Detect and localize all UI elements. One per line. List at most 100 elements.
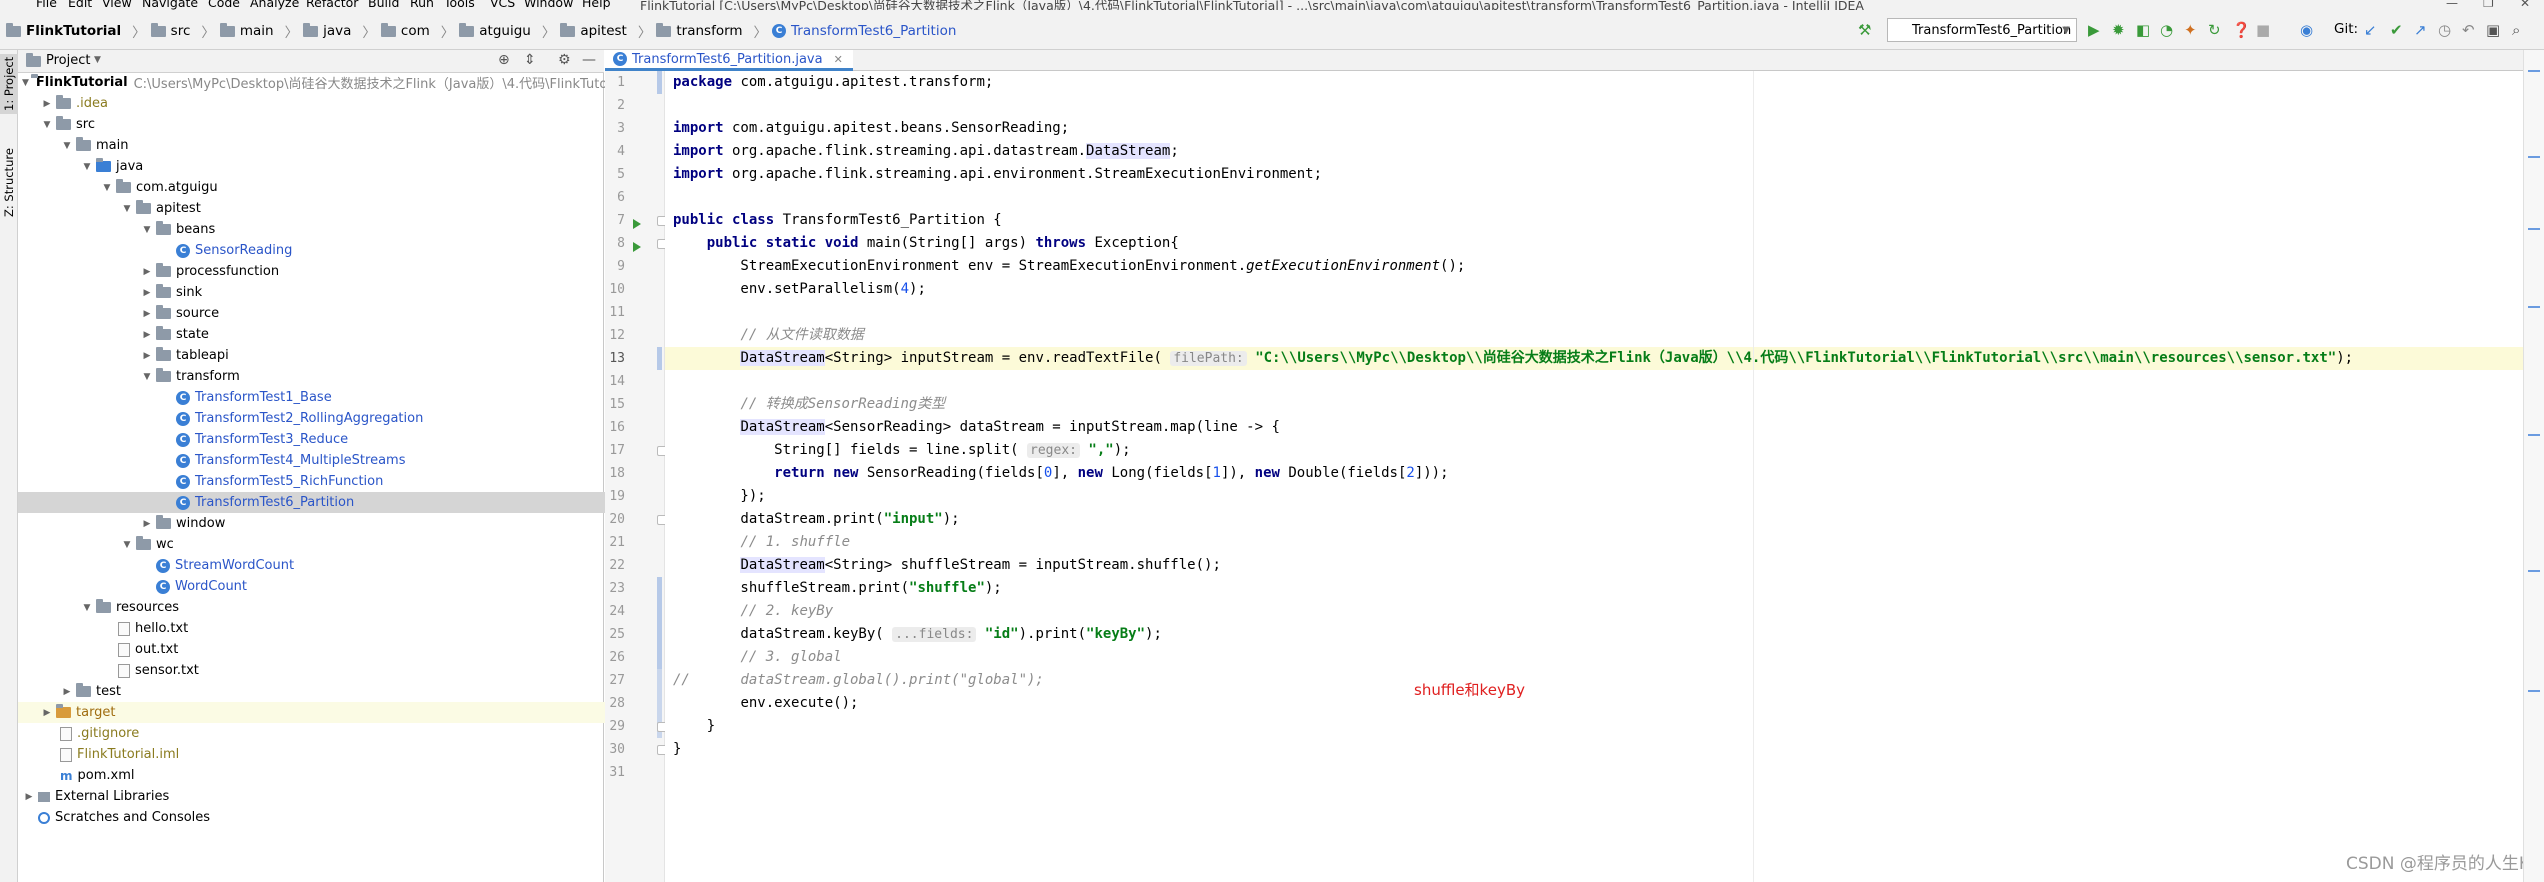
breadcrumb-com[interactable]: com [401,23,430,39]
tree-item[interactable]: sensor.txt [18,660,702,681]
code-line-16: DataStream<SensorReading> dataStream = i… [740,419,1280,435]
menu-analyze[interactable]: Analyze [250,0,299,10]
marker[interactable] [2528,228,2540,230]
project-structure-icon[interactable]: ▣ [2486,22,2500,38]
locate-icon[interactable]: ⊕ [498,52,510,68]
breadcrumb-atguigu[interactable]: atguigu [479,23,531,39]
menu-view[interactable]: View [102,0,132,10]
project-panel-title[interactable]: Project [46,53,90,68]
marker[interactable] [2528,690,2540,692]
excluded-folder-icon [56,704,71,718]
git-commit-icon[interactable]: ✔ [2390,22,2403,38]
close-tab-icon[interactable]: ✕ [834,53,843,66]
tree-item[interactable]: ▼ resources [18,597,666,618]
line-number: 20 [609,512,625,527]
stop-icon[interactable]: ■ [2256,22,2270,38]
tree-item[interactable]: ▼ src [18,114,626,135]
menu-tools[interactable]: Tools [444,0,475,10]
menu-help[interactable]: Help [582,0,611,10]
tree-item[interactable]: .gitignore [18,723,644,744]
profile-icon[interactable]: ◔ [2160,22,2173,38]
run-gutter-icon[interactable] [633,219,641,229]
line-number: 17 [609,443,625,458]
annotation-text: shuffle和keyBy [1414,681,1525,699]
class-icon: C [176,495,190,510]
menu-vcs[interactable]: VCS [490,0,515,10]
tree-item[interactable]: hello.txt [18,618,702,639]
folder-icon [56,95,71,109]
breadcrumb-transform[interactable]: transform [676,23,742,39]
menu-build[interactable]: Build [368,0,399,10]
tab-project[interactable]: 1: Project [0,54,18,114]
hide-panel-icon[interactable]: — [582,52,596,68]
rollback-icon[interactable]: ↶ [2462,22,2475,38]
menu-edit[interactable]: Edit [68,0,92,10]
run-icon[interactable]: ▶ [2088,22,2100,38]
attach-icon[interactable]: ✦ [2184,22,2197,38]
tree-label: com.atguigu [136,180,218,195]
breadcrumb-class[interactable]: TransformTest6_Partition [791,23,956,39]
change-marker [657,347,662,370]
breadcrumb-apitest[interactable]: apitest [580,23,627,39]
tree-item[interactable]: FlinkTutorial.iml [18,744,644,765]
menu-run[interactable]: Run [410,0,434,10]
editor-tab-active[interactable]: C TransformTest6_Partition.java ✕ [605,50,853,71]
build-hammer-icon[interactable]: ⚒ [1858,22,1871,38]
minimize-icon[interactable]: — [2446,0,2458,10]
coverage-icon[interactable]: ◧ [2136,22,2150,38]
menu-file[interactable]: File [36,0,57,10]
tree-item[interactable]: out.txt [18,639,702,660]
marker[interactable] [2528,434,2540,436]
history-icon[interactable]: ◷ [2438,22,2451,38]
chevron-right-icon: ▶ [25,791,33,802]
tab-structure[interactable]: Z: Structure [0,142,18,224]
close-icon[interactable]: ✕ [2520,0,2530,10]
marker[interactable] [2528,306,2540,308]
tree-item[interactable]: ▶ target [18,702,626,723]
menu-refactor[interactable]: Refactor [306,0,358,10]
tree-item[interactable]: ▶ test [18,681,646,702]
code-editor[interactable]: package com.atguigu.apitest.transform; i… [665,71,2544,882]
maximize-icon[interactable]: ❐ [2483,0,2494,10]
tree-item[interactable]: ▶ External Libraries [18,786,608,807]
code-line-29: } [673,718,716,734]
menu-navigate[interactable]: Navigate [142,0,198,10]
breadcrumb-main[interactable]: main [240,23,274,39]
menu-code[interactable]: Code [208,0,240,10]
rerun-icon[interactable]: ↻ [2208,22,2221,38]
tree-item[interactable]: ▼ FlinkTutorial C:\Users\MyPc\Desktop\尚硅谷… [18,72,632,93]
breadcrumb-java[interactable]: java [323,23,351,39]
marker[interactable] [2528,570,2540,572]
tree-item[interactable]: ▼ main [18,135,646,156]
tree-item[interactable]: ▼ java [18,156,666,177]
search-icon[interactable]: ⌕ [2512,22,2520,38]
chevron-down-icon: ▼ [43,119,51,130]
marker[interactable] [2528,156,2540,158]
menu-window[interactable]: Window [524,0,573,10]
breadcrumb-src[interactable]: src [171,23,191,39]
git-push-icon[interactable]: ↗ [2414,22,2427,38]
run-configuration-select[interactable]: TransformTest6_Partition ▼ [1887,18,2077,42]
debug-icon[interactable]: ✹ [2112,22,2125,38]
tree-label: window [176,516,226,531]
tree-item[interactable]: Scratches and Consoles [18,807,622,828]
line-number: 12 [609,328,625,343]
package-icon [156,347,171,361]
tree-item[interactable]: ▼ com.atguigu [18,177,686,198]
run-gutter-icon[interactable] [633,242,641,252]
folder-icon [560,22,576,37]
breadcrumb-project[interactable]: FlinkTutorial [26,23,121,39]
help-icon[interactable]: ❓ [2232,22,2251,38]
tree-item[interactable]: ▼ wc [18,534,706,555]
collapse-all-icon[interactable]: ⇕ [524,52,536,68]
chevron-down-icon[interactable]: ▼ [94,55,101,65]
update-project-icon[interactable]: ◉ [2300,22,2313,38]
tree-item[interactable]: m pom.xml [18,765,644,786]
gear-icon[interactable]: ⚙ [558,52,571,68]
line-number: 6 [617,190,625,205]
code-line-20: dataStream.print("input"); [673,511,960,527]
marker[interactable] [2528,70,2540,72]
git-update-icon[interactable]: ↙ [2364,22,2377,38]
tree-item[interactable]: ▶ .idea [18,93,626,114]
tree-item[interactable]: ▼ apitest [18,198,706,219]
